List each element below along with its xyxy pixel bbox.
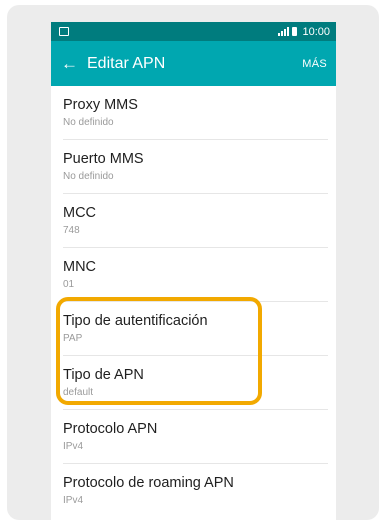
setting-title: Tipo de APN xyxy=(63,367,144,383)
setting-value: PAP xyxy=(63,333,83,344)
status-bar: 10:00 xyxy=(51,22,336,41)
setting-value: 01 xyxy=(63,279,75,290)
page-title: Editar APN xyxy=(87,54,166,72)
phone-screen: 10:00 ← Editar APN MÁS Proxy MMS No defi… xyxy=(51,22,336,523)
setting-auth-type[interactable]: Tipo de autentificación PAP xyxy=(63,302,328,356)
battery-icon xyxy=(292,27,298,36)
signal-icon xyxy=(278,27,290,36)
setting-value: IPv4 xyxy=(63,495,84,506)
setting-mcc[interactable]: MCC 748 xyxy=(63,194,328,248)
settings-list: Proxy MMS No definido Puerto MMS No defi… xyxy=(51,86,336,517)
back-arrow-icon[interactable]: ← xyxy=(61,55,81,72)
setting-title: MCC xyxy=(63,205,97,221)
setting-proxy-mms[interactable]: Proxy MMS No definido xyxy=(63,86,328,140)
setting-title: Proxy MMS xyxy=(63,97,138,113)
setting-title: MNC xyxy=(63,259,97,275)
setting-mnc[interactable]: MNC 01 xyxy=(63,248,328,302)
setting-puerto-mms[interactable]: Puerto MMS No definido xyxy=(63,140,328,194)
setting-title: Puerto MMS xyxy=(63,151,144,167)
more-button[interactable]: MÁS xyxy=(302,58,327,70)
setting-roaming-protocol[interactable]: Protocolo de roaming APN IPv4 xyxy=(63,464,328,517)
setting-value: No definido xyxy=(63,117,114,128)
setting-value: No definido xyxy=(63,171,114,182)
app-bar: ← Editar APN MÁS xyxy=(51,41,336,86)
setting-apn-protocol[interactable]: Protocolo APN IPv4 xyxy=(63,410,328,464)
setting-title: Protocolo de roaming APN xyxy=(63,475,234,491)
setting-value: 748 xyxy=(63,225,80,236)
setting-value: IPv4 xyxy=(63,441,84,452)
status-time: 10:00 xyxy=(302,25,330,38)
setting-apn-type[interactable]: Tipo de APN default xyxy=(63,356,328,410)
sim-card-icon xyxy=(59,27,69,36)
setting-title: Protocolo APN xyxy=(63,421,158,437)
setting-title: Tipo de autentificación xyxy=(63,313,208,329)
setting-value: default xyxy=(63,387,94,398)
